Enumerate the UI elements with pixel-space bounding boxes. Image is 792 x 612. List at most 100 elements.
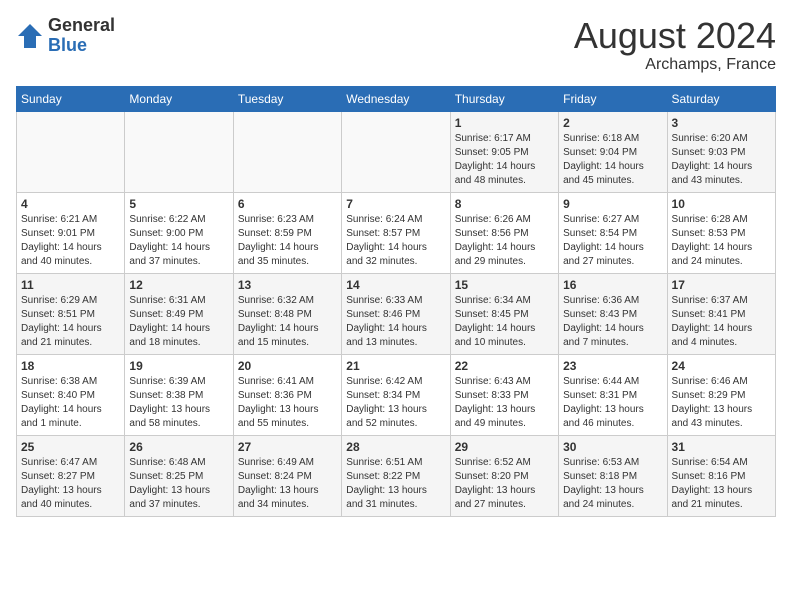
logo: General Blue — [16, 16, 115, 56]
day-info: Sunrise: 6:41 AMSunset: 8:36 PMDaylight:… — [238, 375, 337, 431]
day-info: Sunrise: 6:17 AMSunset: 9:05 PMDaylight:… — [455, 132, 554, 188]
calendar-cell: 18 Sunrise: 6:38 AMSunset: 8:40 PMDayligh… — [17, 354, 125, 435]
page-header: General Blue August 2024 Archamps, Franc… — [16, 16, 776, 74]
day-info: Sunrise: 6:49 AMSunset: 8:24 PMDaylight:… — [238, 456, 337, 512]
day-info: Sunrise: 6:54 AMSunset: 8:16 PMDaylight:… — [672, 456, 771, 512]
day-number: 22 — [455, 359, 554, 373]
day-number: 14 — [346, 278, 445, 292]
day-info: Sunrise: 6:23 AMSunset: 8:59 PMDaylight:… — [238, 213, 337, 269]
calendar-header-row: SundayMondayTuesdayWednesdayThursdayFrid… — [17, 86, 776, 111]
calendar-cell: 13 Sunrise: 6:32 AMSunset: 8:48 PMDayligh… — [233, 273, 341, 354]
calendar-cell: 21 Sunrise: 6:42 AMSunset: 8:34 PMDayligh… — [342, 354, 450, 435]
calendar-cell: 20 Sunrise: 6:41 AMSunset: 8:36 PMDayligh… — [233, 354, 341, 435]
calendar-cell: 12Sunrise: 6:31 AMSunset: 8:49 PMDayligh… — [125, 273, 233, 354]
day-number: 29 — [455, 440, 554, 454]
day-number: 24 — [672, 359, 771, 373]
day-number: 27 — [238, 440, 337, 454]
calendar-cell: 10Sunrise: 6:28 AMSunset: 8:53 PMDayligh… — [667, 192, 775, 273]
day-info: Sunrise: 6:39 AMSunset: 8:38 PMDaylight:… — [129, 375, 228, 431]
day-of-week-header: Thursday — [450, 86, 558, 111]
day-of-week-header: Friday — [559, 86, 667, 111]
calendar-cell: 9Sunrise: 6:27 AMSunset: 8:54 PMDaylight… — [559, 192, 667, 273]
calendar-week-row: 4 Sunrise: 6:21 AMSunset: 9:01 PMDaylight… — [17, 192, 776, 273]
calendar-cell: 26 Sunrise: 6:48 AMSunset: 8:25 PMDayligh… — [125, 435, 233, 516]
day-of-week-header: Monday — [125, 86, 233, 111]
calendar-cell — [125, 111, 233, 192]
day-info: Sunrise: 6:29 AMSunset: 8:51 PMDaylight:… — [21, 294, 120, 350]
day-number: 17 — [672, 278, 771, 292]
logo-icon — [16, 22, 44, 50]
day-info: Sunrise: 6:44 AMSunset: 8:31 PMDaylight:… — [563, 375, 662, 431]
calendar-cell: 19Sunrise: 6:39 AMSunset: 8:38 PMDayligh… — [125, 354, 233, 435]
day-number: 26 — [129, 440, 228, 454]
calendar-table: SundayMondayTuesdayWednesdayThursdayFrid… — [16, 86, 776, 517]
day-info: Sunrise: 6:33 AMSunset: 8:46 PMDaylight:… — [346, 294, 445, 350]
day-of-week-header: Wednesday — [342, 86, 450, 111]
day-number: 7 — [346, 197, 445, 211]
logo-text: General Blue — [48, 16, 115, 56]
day-of-week-header: Sunday — [17, 86, 125, 111]
day-number: 21 — [346, 359, 445, 373]
calendar-cell: 6 Sunrise: 6:23 AMSunset: 8:59 PMDaylight… — [233, 192, 341, 273]
calendar-week-row: 25 Sunrise: 6:47 AMSunset: 8:27 PMDayligh… — [17, 435, 776, 516]
day-info: Sunrise: 6:28 AMSunset: 8:53 PMDaylight:… — [672, 213, 771, 269]
calendar-week-row: 1 Sunrise: 6:17 AMSunset: 9:05 PMDaylight… — [17, 111, 776, 192]
day-number: 13 — [238, 278, 337, 292]
day-info: Sunrise: 6:51 AMSunset: 8:22 PMDaylight:… — [346, 456, 445, 512]
day-info: Sunrise: 6:46 AMSunset: 8:29 PMDaylight:… — [672, 375, 771, 431]
day-info: Sunrise: 6:43 AMSunset: 8:33 PMDaylight:… — [455, 375, 554, 431]
calendar-cell: 4 Sunrise: 6:21 AMSunset: 9:01 PMDaylight… — [17, 192, 125, 273]
day-number: 18 — [21, 359, 120, 373]
day-number: 23 — [563, 359, 662, 373]
day-number: 16 — [563, 278, 662, 292]
day-of-week-header: Saturday — [667, 86, 775, 111]
calendar-cell: 2 Sunrise: 6:18 AMSunset: 9:04 PMDaylight… — [559, 111, 667, 192]
day-number: 4 — [21, 197, 120, 211]
logo-general: General — [48, 16, 115, 36]
day-info: Sunrise: 6:31 AMSunset: 8:49 PMDaylight:… — [129, 294, 228, 350]
calendar-cell: 27 Sunrise: 6:49 AMSunset: 8:24 PMDayligh… — [233, 435, 341, 516]
day-of-week-header: Tuesday — [233, 86, 341, 111]
day-info: Sunrise: 6:22 AMSunset: 9:00 PMDaylight:… — [129, 213, 228, 269]
day-info: Sunrise: 6:53 AMSunset: 8:18 PMDaylight:… — [563, 456, 662, 512]
calendar-cell: 15 Sunrise: 6:34 AMSunset: 8:45 PMDayligh… — [450, 273, 558, 354]
day-info: Sunrise: 6:38 AMSunset: 8:40 PMDaylight:… — [21, 375, 120, 431]
title-block: August 2024 Archamps, France — [574, 16, 776, 74]
day-info: Sunrise: 6:18 AMSunset: 9:04 PMDaylight:… — [563, 132, 662, 188]
day-info: Sunrise: 6:42 AMSunset: 8:34 PMDaylight:… — [346, 375, 445, 431]
calendar-cell: 14 Sunrise: 6:33 AMSunset: 8:46 PMDayligh… — [342, 273, 450, 354]
day-number: 20 — [238, 359, 337, 373]
day-info: Sunrise: 6:27 AMSunset: 8:54 PMDaylight:… — [563, 213, 662, 269]
calendar-cell: 22 Sunrise: 6:43 AMSunset: 8:33 PMDayligh… — [450, 354, 558, 435]
calendar-week-row: 11 Sunrise: 6:29 AMSunset: 8:51 PMDayligh… — [17, 273, 776, 354]
day-info: Sunrise: 6:37 AMSunset: 8:41 PMDaylight:… — [672, 294, 771, 350]
calendar-cell — [17, 111, 125, 192]
calendar-cell: 29Sunrise: 6:52 AMSunset: 8:20 PMDayligh… — [450, 435, 558, 516]
day-info: Sunrise: 6:32 AMSunset: 8:48 PMDaylight:… — [238, 294, 337, 350]
day-number: 28 — [346, 440, 445, 454]
day-number: 1 — [455, 116, 554, 130]
day-number: 2 — [563, 116, 662, 130]
calendar-cell — [233, 111, 341, 192]
day-number: 6 — [238, 197, 337, 211]
calendar-cell: 16 Sunrise: 6:36 AMSunset: 8:43 PMDayligh… — [559, 273, 667, 354]
calendar-cell: 25 Sunrise: 6:47 AMSunset: 8:27 PMDayligh… — [17, 435, 125, 516]
logo-blue: Blue — [48, 36, 115, 56]
day-info: Sunrise: 6:36 AMSunset: 8:43 PMDaylight:… — [563, 294, 662, 350]
day-info: Sunrise: 6:21 AMSunset: 9:01 PMDaylight:… — [21, 213, 120, 269]
day-number: 31 — [672, 440, 771, 454]
day-info: Sunrise: 6:48 AMSunset: 8:25 PMDaylight:… — [129, 456, 228, 512]
calendar-cell: 8Sunrise: 6:26 AMSunset: 8:56 PMDaylight… — [450, 192, 558, 273]
calendar-cell: 1 Sunrise: 6:17 AMSunset: 9:05 PMDaylight… — [450, 111, 558, 192]
calendar-cell: 24 Sunrise: 6:46 AMSunset: 8:29 PMDayligh… — [667, 354, 775, 435]
day-number: 25 — [21, 440, 120, 454]
day-number: 15 — [455, 278, 554, 292]
day-number: 11 — [21, 278, 120, 292]
day-info: Sunrise: 6:20 AMSunset: 9:03 PMDaylight:… — [672, 132, 771, 188]
calendar-cell: 7Sunrise: 6:24 AMSunset: 8:57 PMDaylight… — [342, 192, 450, 273]
calendar-cell: 30 Sunrise: 6:53 AMSunset: 8:18 PMDayligh… — [559, 435, 667, 516]
day-number: 30 — [563, 440, 662, 454]
day-info: Sunrise: 6:47 AMSunset: 8:27 PMDaylight:… — [21, 456, 120, 512]
month-year: August 2024 — [574, 16, 776, 56]
day-info: Sunrise: 6:34 AMSunset: 8:45 PMDaylight:… — [455, 294, 554, 350]
